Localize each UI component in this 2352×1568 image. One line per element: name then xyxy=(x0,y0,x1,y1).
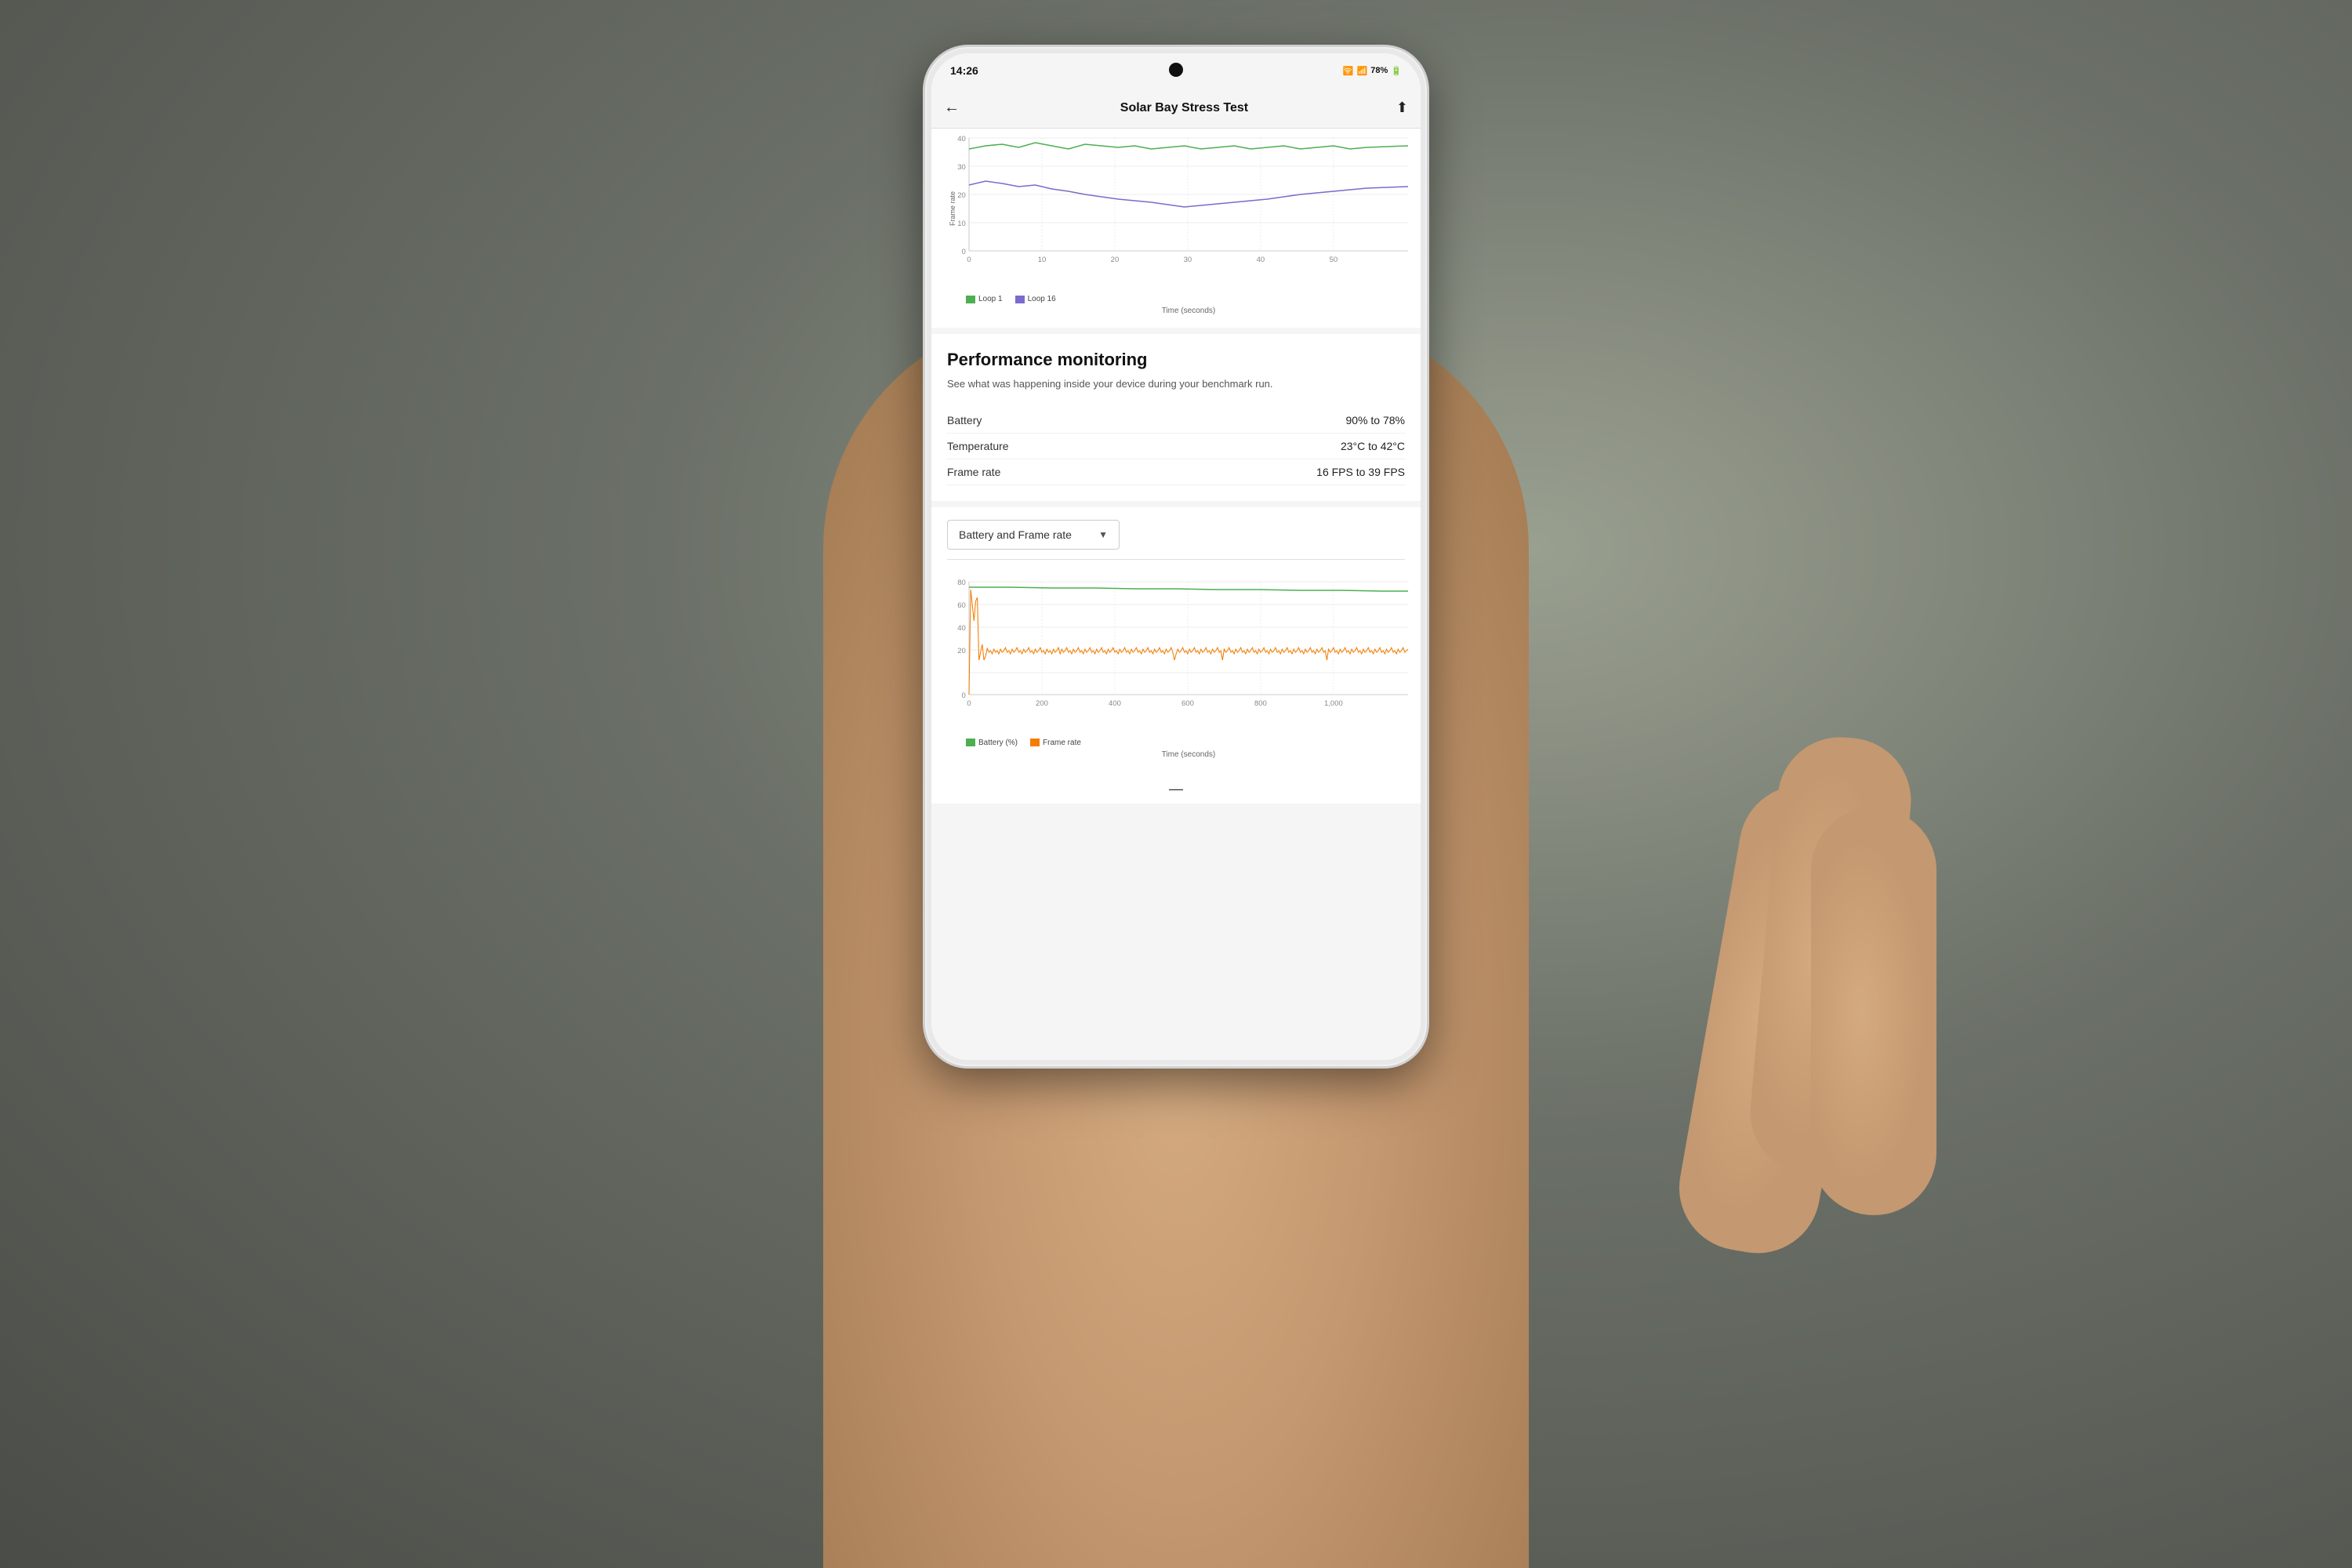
camera-notch xyxy=(1169,63,1183,77)
svg-text:50: 50 xyxy=(1330,256,1338,263)
svg-text:20: 20 xyxy=(1111,256,1120,263)
svg-text:600: 600 xyxy=(1181,699,1194,707)
framerate-label: Frame rate xyxy=(947,466,1000,478)
status-icons: 🛜 📶 78% 🔋 xyxy=(1343,66,1402,76)
battery-icon: 🔋 xyxy=(1391,66,1402,76)
battery-x-label: Time (seconds) xyxy=(969,750,1408,759)
svg-text:0: 0 xyxy=(967,699,971,707)
battery-pct-legend: Battery (%) xyxy=(966,739,1018,747)
framerate-orange-icon xyxy=(1030,739,1040,746)
framerate-chart-area: Frame rate xyxy=(944,138,1408,279)
svg-text:30: 30 xyxy=(1184,256,1192,263)
share-button[interactable]: ⬆ xyxy=(1396,100,1408,116)
loop1-legend: Loop 1 xyxy=(966,295,1003,303)
framerate-orange-label: Frame rate xyxy=(1043,739,1081,747)
svg-text:40: 40 xyxy=(957,624,966,632)
dropdown-arrow-icon: ▼ xyxy=(1098,529,1108,540)
battery-percentage: 78% xyxy=(1370,66,1388,75)
framerate-legend: Loop 1 Loop 16 xyxy=(966,295,1408,303)
dropdown-divider xyxy=(947,559,1405,560)
phone-screen: 14:26 🛜 📶 78% 🔋 ← Solar Bay Stress Test … xyxy=(931,53,1421,1060)
framerate-legend-battery: Frame rate xyxy=(1030,739,1081,747)
dropdown-label: Battery and Frame rate xyxy=(959,528,1072,541)
temperature-row: Temperature 23°C to 42°C xyxy=(947,434,1405,459)
perf-title: Performance monitoring xyxy=(947,350,1405,370)
temperature-value: 23°C to 42°C xyxy=(1341,440,1405,452)
svg-text:80: 80 xyxy=(957,579,966,586)
loop16-label: Loop 16 xyxy=(1028,295,1056,303)
svg-text:40: 40 xyxy=(957,135,966,143)
scene: 14:26 🛜 📶 78% 🔋 ← Solar Bay Stress Test … xyxy=(0,0,2352,1568)
battery-chart-legend: Battery (%) Frame rate xyxy=(966,739,1408,747)
svg-text:60: 60 xyxy=(957,601,966,609)
svg-text:0: 0 xyxy=(961,248,965,256)
signal-icon: 📶 xyxy=(1357,66,1368,76)
battery-pct-label: Battery (%) xyxy=(978,739,1018,747)
loop16-icon xyxy=(1015,296,1025,303)
battery-svg: 80 60 40 20 0 0 200 400 600 800 xyxy=(969,582,1408,695)
framerate-x-label: Time (seconds) xyxy=(969,307,1408,315)
battery-pct-icon xyxy=(966,739,975,746)
performance-section: Performance monitoring See what was happ… xyxy=(931,334,1421,501)
svg-text:30: 30 xyxy=(957,163,966,171)
battery-chart-section: 80 60 40 20 0 0 200 400 600 800 xyxy=(931,572,1421,771)
home-indicator: — xyxy=(931,771,1421,804)
loop1-label: Loop 1 xyxy=(978,295,1003,303)
svg-text:1,000: 1,000 xyxy=(1324,699,1343,707)
scroll-content[interactable]: Frame rate xyxy=(931,129,1421,1060)
framerate-value: 16 FPS to 39 FPS xyxy=(1316,466,1405,478)
battery-chart-area: 80 60 40 20 0 0 200 400 600 800 xyxy=(944,582,1408,723)
battery-label: Battery xyxy=(947,414,982,426)
framerate-svg: 40 30 20 10 0 0 10 20 30 40 xyxy=(969,138,1408,252)
loop1-icon xyxy=(966,296,975,303)
svg-text:20: 20 xyxy=(957,191,966,199)
svg-text:20: 20 xyxy=(957,647,966,655)
status-time: 14:26 xyxy=(950,64,978,77)
framerate-y-label: Frame rate xyxy=(949,191,956,226)
svg-text:10: 10 xyxy=(957,220,966,227)
app-title: Solar Bay Stress Test xyxy=(972,101,1396,115)
framerate-row: Frame rate 16 FPS to 39 FPS xyxy=(947,459,1405,485)
svg-text:200: 200 xyxy=(1036,699,1048,707)
svg-text:400: 400 xyxy=(1109,699,1121,707)
chart-type-dropdown[interactable]: Battery and Frame rate ▼ xyxy=(947,520,1120,550)
temperature-label: Temperature xyxy=(947,440,1009,452)
svg-text:10: 10 xyxy=(1038,256,1047,263)
svg-text:40: 40 xyxy=(1257,256,1265,263)
dropdown-section: Battery and Frame rate ▼ xyxy=(931,507,1421,572)
loop16-legend: Loop 16 xyxy=(1015,295,1056,303)
perf-desc: See what was happening inside your devic… xyxy=(947,376,1405,392)
framerate-chart-section: Frame rate xyxy=(931,129,1421,328)
app-bar: ← Solar Bay Stress Test ⬆ xyxy=(931,88,1421,129)
battery-value: 90% to 78% xyxy=(1346,414,1406,426)
back-button[interactable]: ← xyxy=(944,99,960,117)
wifi-icon: 🛜 xyxy=(1343,66,1354,76)
battery-row: Battery 90% to 78% xyxy=(947,408,1405,434)
svg-text:0: 0 xyxy=(967,256,971,263)
phone-body: 14:26 🛜 📶 78% 🔋 ← Solar Bay Stress Test … xyxy=(925,47,1427,1066)
svg-text:800: 800 xyxy=(1254,699,1267,707)
svg-text:0: 0 xyxy=(961,691,965,699)
